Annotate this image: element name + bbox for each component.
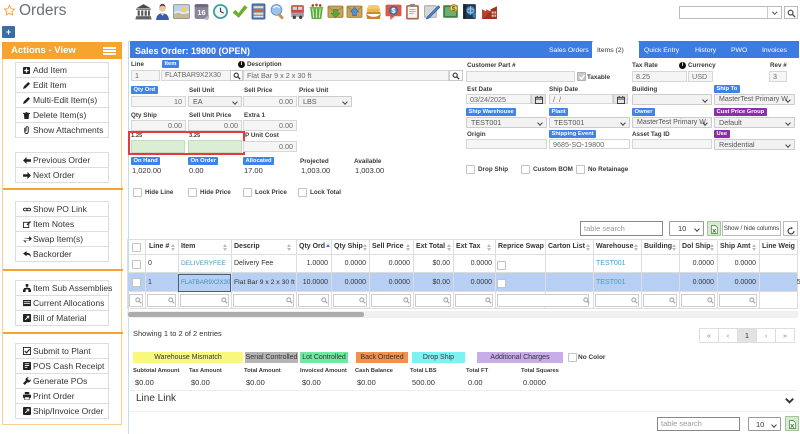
svg-text:16: 16	[197, 8, 205, 17]
svg-text:$: $	[452, 6, 456, 13]
